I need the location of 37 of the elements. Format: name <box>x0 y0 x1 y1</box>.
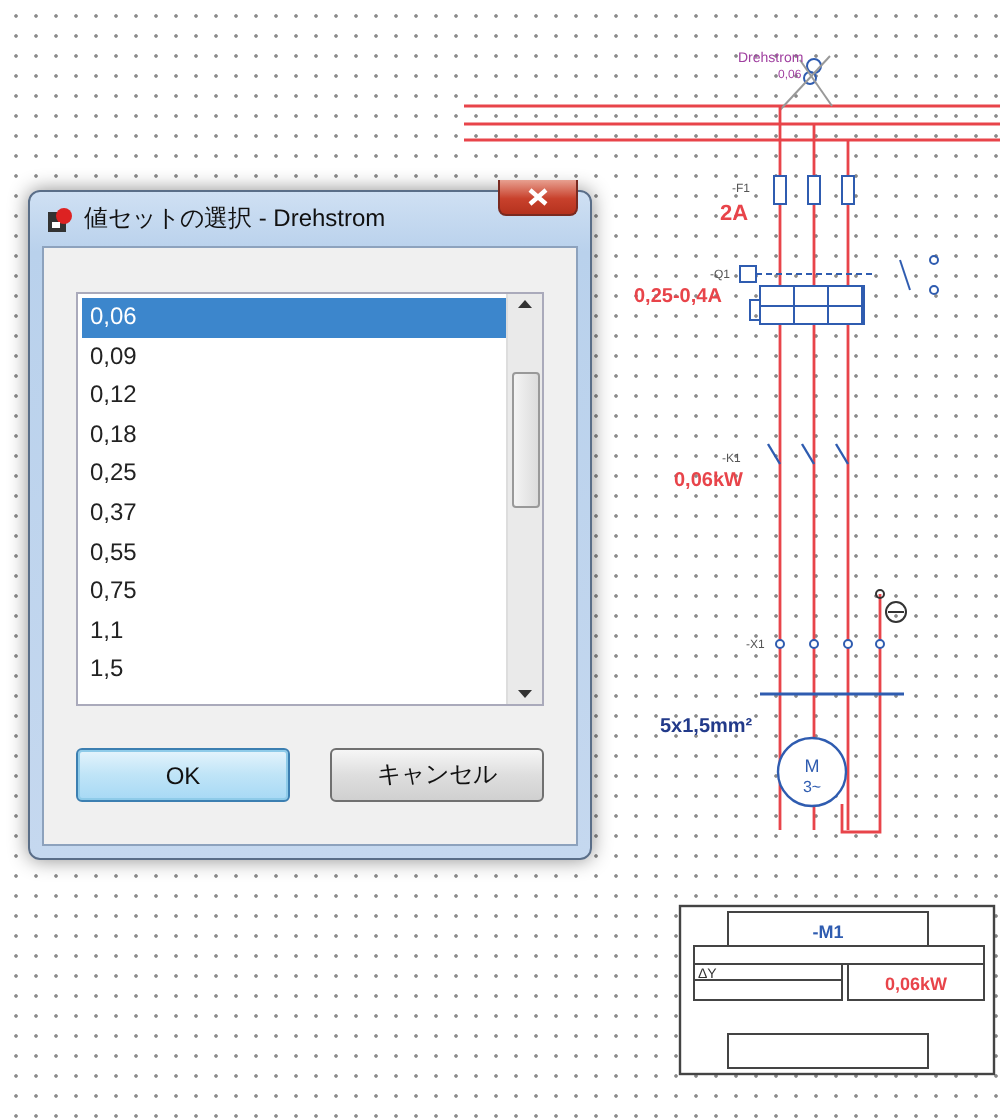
scroll-down-icon[interactable] <box>518 690 532 698</box>
motor-symbol <box>776 736 848 808</box>
cancel-button[interactable]: キャンセル <box>330 748 544 802</box>
list-item[interactable]: 0,37 <box>82 493 506 534</box>
motor-power: 0,06kW <box>884 974 948 994</box>
list-item[interactable]: 0,12 <box>82 376 506 416</box>
list-item[interactable]: 0,06 <box>82 298 506 338</box>
app-icon <box>46 205 74 233</box>
list-item[interactable]: 0,75 <box>82 572 506 612</box>
dialog-title: 値セットの選択 - Drehstrom <box>84 202 388 236</box>
list-item[interactable]: 0,55 <box>82 533 506 573</box>
title-block-field <box>847 963 985 1001</box>
ok-button[interactable]: OK <box>76 748 290 802</box>
contactor-power: 0,06kW <box>674 470 743 492</box>
contactor-contacts-icon <box>766 443 850 465</box>
fuse-rating: 2A <box>720 202 749 226</box>
list-item[interactable]: 0,09 <box>82 337 506 377</box>
list-item[interactable]: 1,5 <box>82 650 506 690</box>
list-item[interactable]: 1,1 <box>82 611 506 651</box>
fuse-icon <box>773 175 855 205</box>
scroll-up-icon[interactable] <box>518 300 532 308</box>
scrollbar-thumb[interactable] <box>511 371 539 507</box>
list-item[interactable]: 0,18 <box>82 415 506 455</box>
list-item[interactable]: 0,25 <box>82 454 506 494</box>
scrollbar[interactable] <box>506 294 542 704</box>
close-button[interactable] <box>498 180 578 216</box>
cable-line <box>760 692 904 696</box>
close-icon <box>528 188 548 206</box>
motor-letter: M <box>804 756 820 776</box>
circuit-breaker-drawing <box>739 265 877 325</box>
motor-phase: 3~ <box>802 778 822 796</box>
breaker-range: 0,25-0,4A <box>634 286 722 308</box>
auxiliary-contact-icon <box>899 255 939 295</box>
terminal-strip-icon <box>775 639 885 649</box>
ground-terminal-icon <box>875 589 907 623</box>
motor-tag: -M1 <box>812 922 844 942</box>
cable-spec: 5x1,5mm² <box>660 716 753 738</box>
